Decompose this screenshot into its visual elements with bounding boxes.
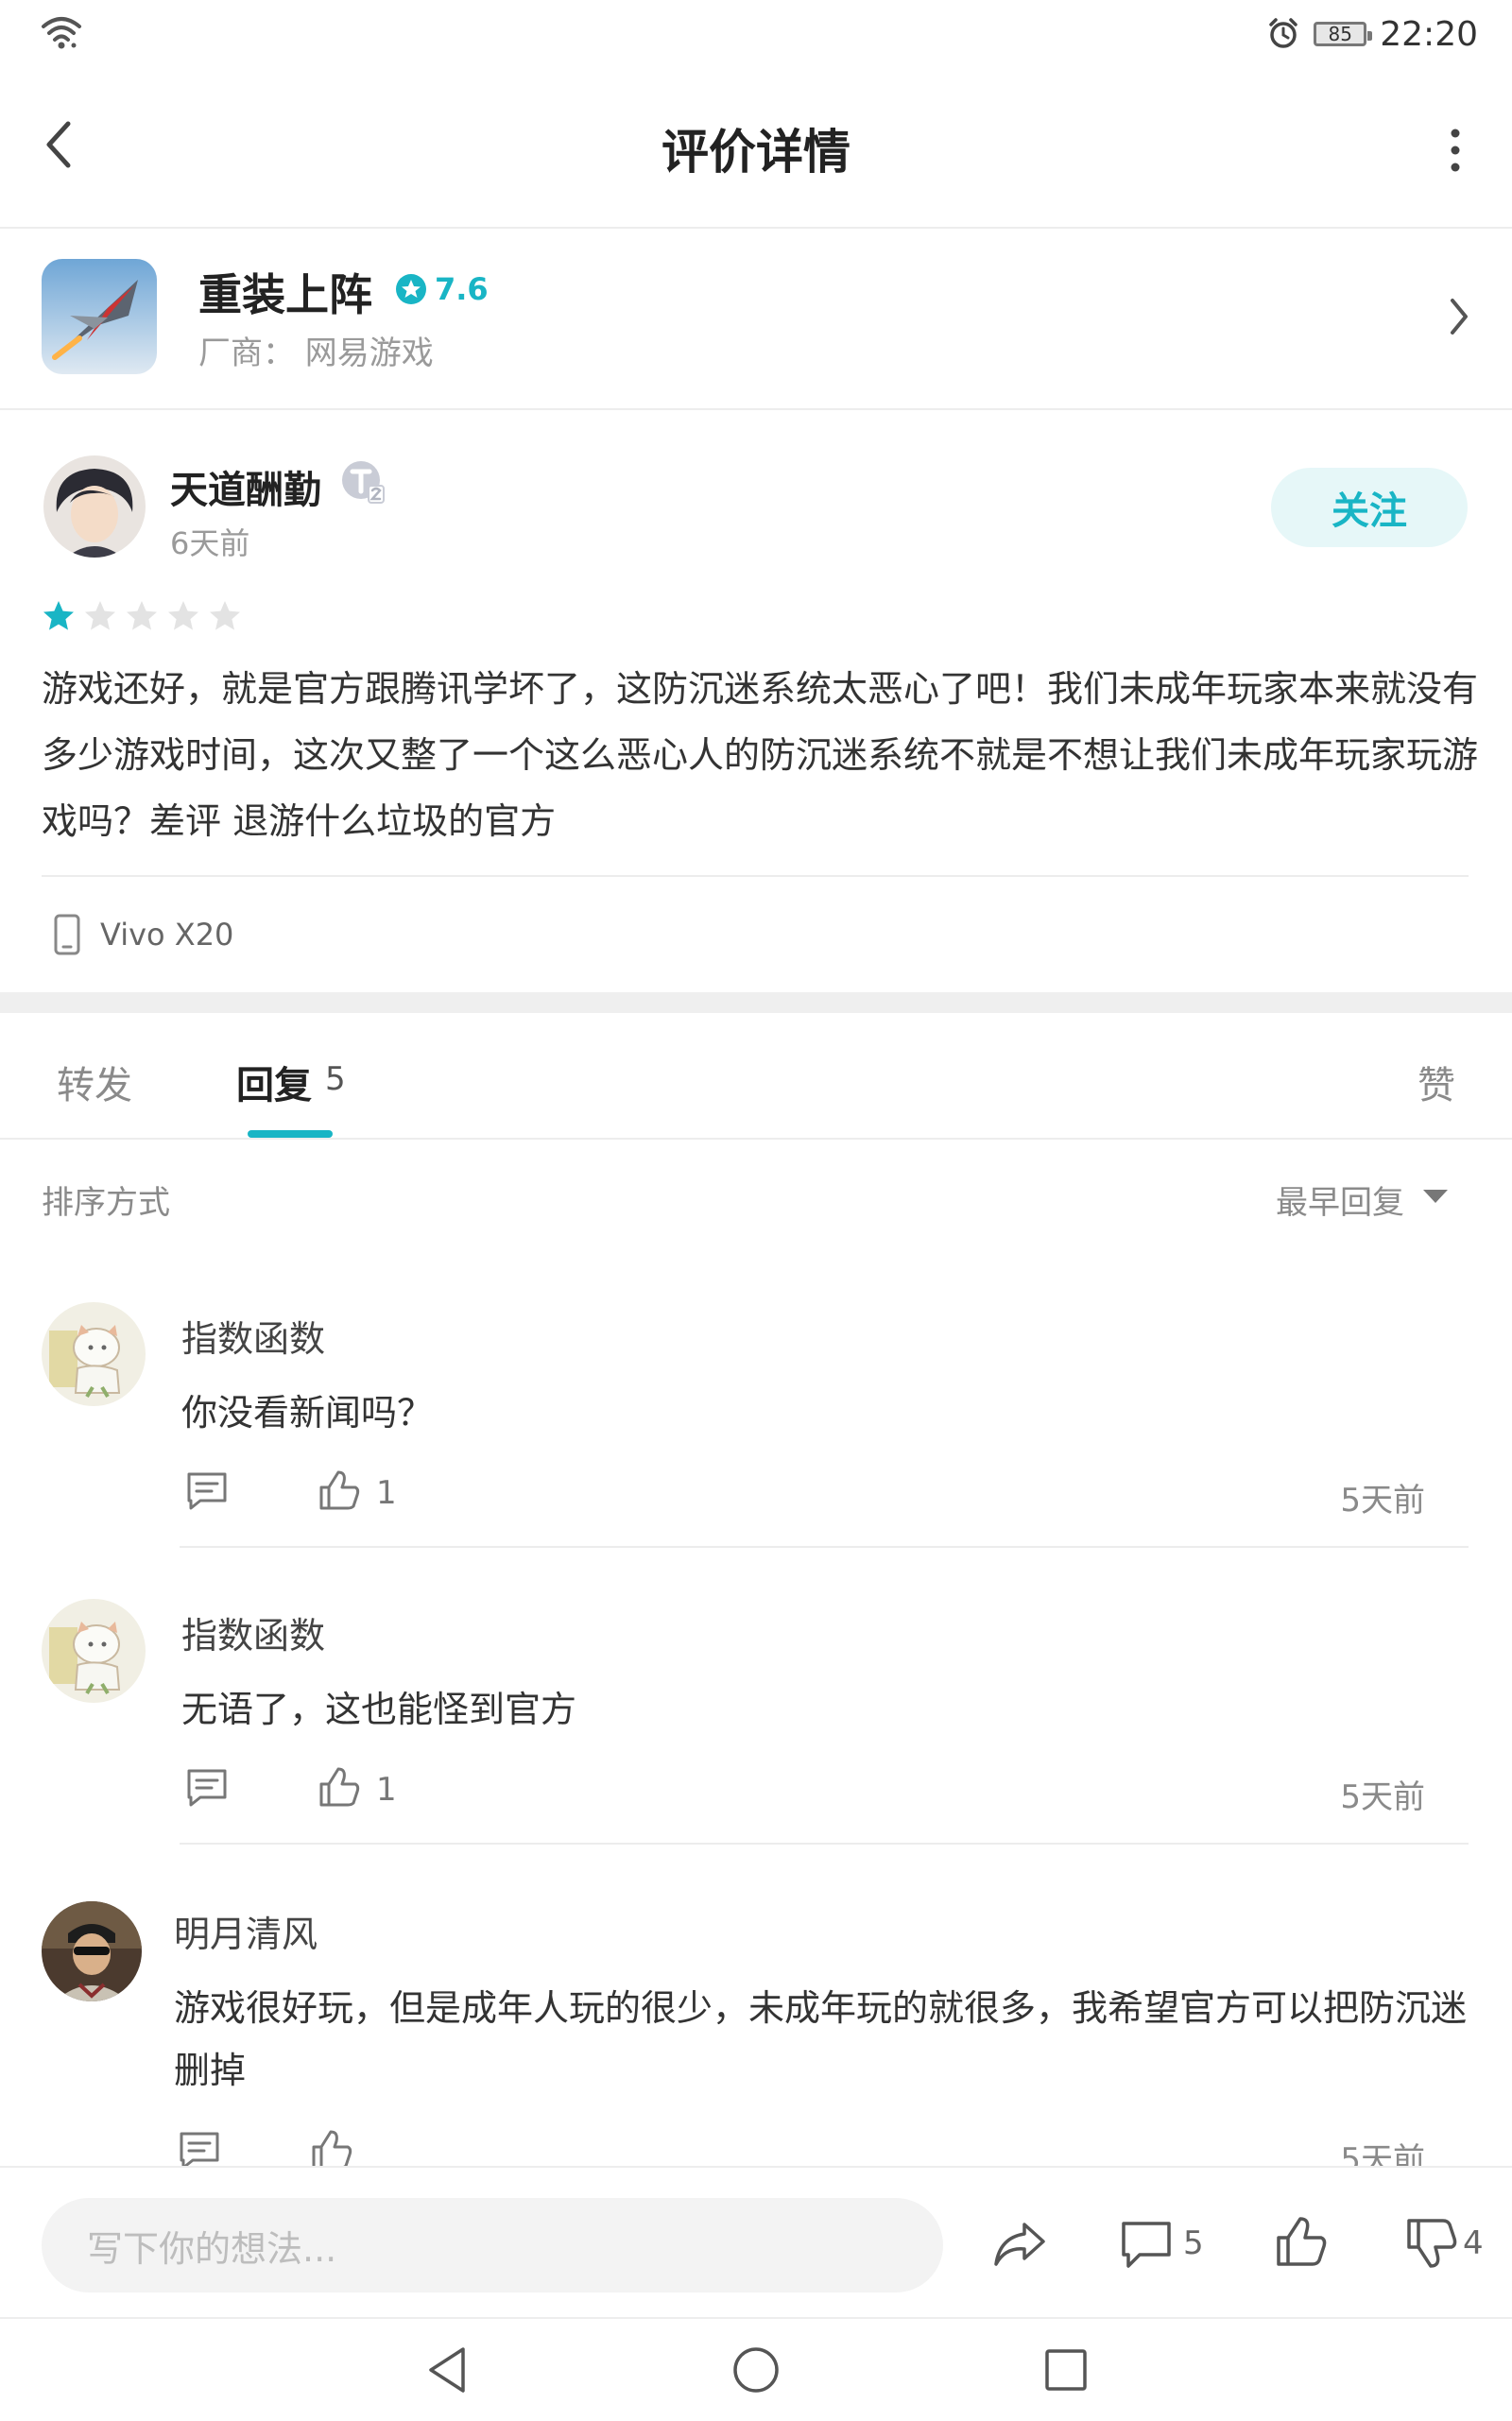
like-count: 1 — [376, 1474, 397, 1512]
comment-count: 5 — [1183, 2224, 1204, 2262]
commenter-name[interactable]: 指数函数 — [181, 1606, 325, 1658]
dislike-count: 4 — [1463, 2224, 1484, 2262]
divider — [42, 875, 1469, 877]
commenter-avatar[interactable] — [42, 1901, 142, 2001]
like-icon[interactable] — [318, 1765, 361, 1809]
reply-icon[interactable] — [185, 1767, 229, 1809]
battery-indicator: 85 — [1314, 22, 1373, 46]
level-badge-icon — [342, 461, 385, 504]
more-icon[interactable] — [1446, 126, 1465, 175]
reviewer-name[interactable]: 天道酬勤 — [170, 459, 321, 514]
section-separator — [0, 992, 1512, 1013]
phone-icon — [54, 914, 80, 955]
like-icon[interactable] — [318, 1468, 361, 1512]
rating-value: 7.6 — [435, 271, 489, 307]
thumbs-up-icon[interactable] — [1274, 2215, 1329, 2268]
rating-star-icon — [396, 274, 426, 304]
clock: 22:20 — [1380, 14, 1478, 54]
game-name[interactable]: 重装上阵 — [198, 261, 372, 323]
reviewer-avatar[interactable] — [43, 455, 146, 558]
tab-reply[interactable]: 回复 — [236, 1055, 312, 1109]
review-text: 游戏还好，就是官方跟腾讯学坏了，这防沉迷系统太恶心了吧！我们未成年玩家本来就没有… — [42, 668, 1479, 842]
device-label: Vivo X20 — [100, 917, 234, 953]
comment-icon[interactable] — [1119, 2219, 1174, 2272]
star-filled-icon — [43, 601, 74, 630]
star-empty-icon — [127, 601, 157, 630]
follow-button[interactable]: 关注 — [1271, 468, 1468, 547]
active-tab-indicator — [248, 1130, 333, 1138]
tab-bar: 转发 回复 5 赞 — [0, 1013, 1512, 1140]
tab-forward[interactable]: 转发 — [57, 1055, 132, 1109]
thumbs-down-icon[interactable] — [1404, 2217, 1459, 2270]
review-stars — [42, 599, 242, 633]
status-right: 85 22:20 — [1266, 13, 1478, 55]
divider — [180, 1843, 1469, 1845]
game-icon[interactable] — [42, 259, 157, 374]
game-vendor: 厂商： 网易游戏 — [198, 335, 434, 372]
commenter-name[interactable]: 指数函数 — [181, 1310, 325, 1362]
commenter-avatar[interactable] — [42, 1302, 146, 1406]
divider — [180, 1546, 1469, 1548]
status-bar: 85 22:20 — [0, 0, 1512, 71]
comment-text: 游戏很好玩，但是成年人玩的很少，未成年玩的就很多，我希望官方可以把防沉迷删掉 — [174, 1987, 1468, 2091]
wifi-icon — [42, 17, 81, 49]
comment-time: 5天前 — [1340, 1482, 1425, 1520]
comment-text: 无语了，这也能怪到官方 — [181, 1689, 577, 1730]
commenter-name[interactable]: 明月清风 — [174, 1905, 318, 1957]
sort-dropdown[interactable]: 最早回复 — [1276, 1176, 1404, 1223]
reply-icon[interactable] — [185, 1470, 229, 1512]
star-empty-icon — [85, 601, 115, 630]
share-icon[interactable] — [992, 2217, 1047, 2270]
header: 评价详情 — [0, 71, 1512, 229]
comment-input[interactable]: 写下你的想法... — [42, 2198, 943, 2292]
tab-like[interactable]: 赞 — [1418, 1055, 1455, 1109]
alarm-icon — [1269, 18, 1297, 48]
nav-recents-icon[interactable] — [1043, 2347, 1089, 2393]
chevron-right-icon[interactable] — [1448, 295, 1470, 338]
caret-down-icon[interactable] — [1421, 1187, 1450, 1206]
bottom-action-bar: 写下你的想法... 5 4 — [0, 2166, 1512, 2319]
star-empty-icon — [210, 601, 240, 630]
star-empty-icon — [168, 601, 198, 630]
page-title: 评价详情 — [662, 125, 850, 180]
review-time: 6天前 — [170, 525, 250, 561]
nav-home-icon[interactable] — [731, 2345, 781, 2395]
like-count: 1 — [376, 1771, 397, 1809]
tab-reply-count[interactable]: 5 — [325, 1060, 346, 1098]
sort-label: 排序方式 — [42, 1184, 170, 1222]
comment-time: 5天前 — [1340, 1778, 1425, 1816]
game-rating: 7.6 — [395, 271, 489, 307]
nav-back-icon[interactable] — [423, 2344, 469, 2396]
comment-text: 你没看新闻吗？ — [181, 1392, 434, 1434]
system-nav-bar — [0, 2317, 1512, 2421]
commenter-avatar[interactable] — [42, 1599, 146, 1703]
game-info-row[interactable]: 重装上阵 7.6 厂商： 网易游戏 — [0, 229, 1512, 410]
